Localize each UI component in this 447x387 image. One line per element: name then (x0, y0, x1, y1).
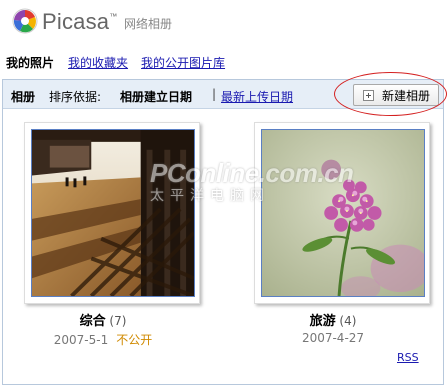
album-card-2[interactable] (254, 122, 432, 304)
album-title-link[interactable]: 综合 (80, 314, 106, 329)
watermark: PConline.com.cn 太平洋电脑网 (150, 158, 354, 204)
picasa-pinwheel-icon (12, 8, 38, 34)
album-cover-photo[interactable] (261, 129, 425, 297)
brand-name: Picasa™ (42, 9, 118, 34)
nav-public-gallery-link[interactable]: 我的公开图片库 (141, 54, 225, 71)
sort-separator: | (212, 87, 217, 101)
album-card-1[interactable] (24, 122, 202, 304)
album-date: 2007-5-1 (53, 333, 109, 347)
album-title-link[interactable]: 旅游 (310, 314, 336, 329)
album-photo-count: (4) (339, 314, 357, 328)
nav-my-photos: 我的照片 (6, 55, 55, 70)
highlight-oval (334, 72, 447, 116)
album-cover-photo[interactable] (31, 129, 195, 297)
brand-subtitle: 网络相册 (124, 17, 173, 31)
album-caption-1: 综合 (7) 2007-5-1 不公开 (14, 310, 192, 348)
nav-favorites-link[interactable]: 我的收藏夹 (68, 54, 128, 71)
rss-link[interactable]: RSS (397, 351, 419, 364)
sort-label: 排序依据: (49, 90, 102, 104)
album-caption-2: 旅游 (4) 2007-4-27 (244, 310, 422, 345)
album-date: 2007-4-27 (301, 331, 365, 345)
header: Picasa™ 网络相册 (0, 0, 447, 44)
sort-by-upload-link[interactable]: 最新上传日期 (221, 88, 293, 105)
sort-current: 相册建立日期 (120, 90, 193, 104)
toolbar-label: 相册 (11, 90, 36, 104)
album-visibility: 不公开 (116, 333, 153, 347)
main-nav: 我的照片 我的收藏夹 我的公开图片库 (6, 52, 238, 72)
album-photo-count: (7) (109, 314, 127, 328)
